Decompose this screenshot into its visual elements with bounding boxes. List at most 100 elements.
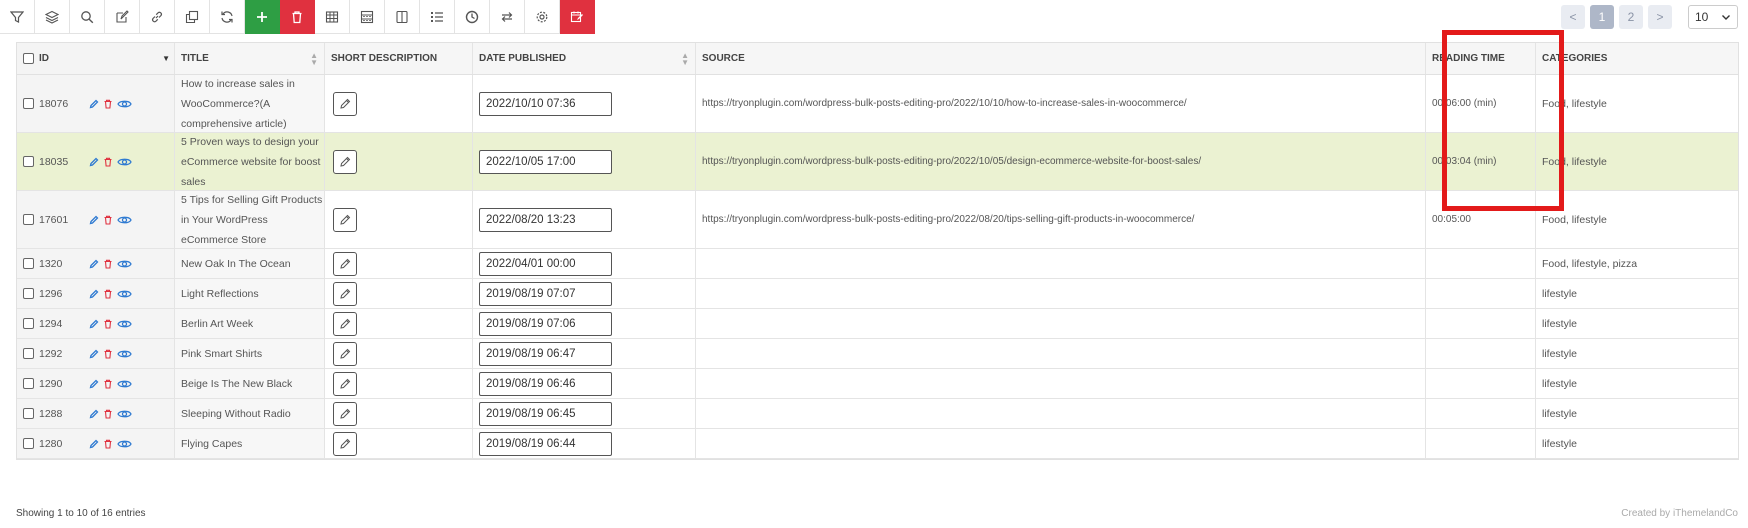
edit-short-description-button[interactable] (333, 251, 357, 276)
header-title[interactable]: TITLE ▲ ▼ (175, 43, 325, 74)
pencil-icon[interactable] (89, 379, 99, 389)
categories-cell[interactable]: Food, lifestyle (1536, 191, 1718, 248)
row-checkbox[interactable] (23, 258, 34, 269)
categories-cell[interactable]: lifestyle (1536, 339, 1718, 368)
header-id[interactable]: ID ▼ (17, 43, 175, 74)
date-published-input[interactable]: 2019/08/19 06:45 (479, 401, 612, 426)
title-cell[interactable]: 5 Proven ways to design your eCommerce w… (175, 133, 325, 190)
swap-button[interactable] (490, 0, 525, 34)
table-button[interactable] (315, 0, 350, 34)
header-reading-time[interactable]: READING TIME (1426, 43, 1536, 74)
page-2-button[interactable]: 2 (1619, 5, 1643, 29)
table-row[interactable]: 1292 Pink Smart Shirts 2019/08/19 06:47 lif… (17, 339, 1738, 369)
edit-short-description-button[interactable] (333, 311, 357, 336)
search-button[interactable] (70, 0, 105, 34)
row-checkbox[interactable] (23, 408, 34, 419)
reading-time-cell[interactable] (1426, 309, 1536, 338)
title-cell[interactable]: Sleeping Without Radio (175, 399, 325, 428)
eye-icon[interactable] (117, 438, 132, 450)
eye-icon[interactable] (117, 378, 132, 390)
eye-icon[interactable] (117, 98, 132, 110)
edit-short-description-button[interactable] (333, 149, 357, 174)
date-published-input[interactable]: 2019/08/19 07:07 (479, 281, 612, 306)
trash-icon[interactable] (103, 439, 113, 449)
pencil-icon[interactable] (89, 289, 99, 299)
per-page-select[interactable]: 10 (1688, 5, 1738, 29)
eye-icon[interactable] (117, 348, 132, 360)
pencil-icon[interactable] (89, 319, 99, 329)
pencil-icon[interactable] (89, 157, 99, 167)
edit-short-description-button[interactable] (333, 207, 357, 232)
table-row[interactable]: 1288 Sleeping Without Radio 2019/08/19 06:… (17, 399, 1738, 429)
eye-icon[interactable] (117, 288, 132, 300)
categories-cell[interactable]: Food, lifestyle (1536, 75, 1718, 132)
link-button[interactable] (140, 0, 175, 34)
table-row[interactable]: 1290 Beige Is The New Black 2019/08/19 06:… (17, 369, 1738, 399)
trash-icon[interactable] (103, 319, 113, 329)
history-button[interactable] (455, 0, 490, 34)
grid-button[interactable] (350, 0, 385, 34)
title-cell[interactable]: Beige Is The New Black (175, 369, 325, 398)
table-row[interactable]: 1296 Light Reflections 2019/08/19 07:07 lif… (17, 279, 1738, 309)
row-checkbox[interactable] (23, 438, 34, 449)
title-cell[interactable]: Berlin Art Week (175, 309, 325, 338)
header-categories[interactable]: CATEGORIES (1536, 43, 1718, 74)
columns-button[interactable] (385, 0, 420, 34)
source-cell[interactable] (696, 429, 1426, 458)
categories-cell[interactable]: lifestyle (1536, 429, 1718, 458)
row-checkbox[interactable] (23, 214, 34, 225)
trash-icon[interactable] (103, 157, 113, 167)
duplicate-button[interactable] (175, 0, 210, 34)
categories-cell[interactable]: lifestyle (1536, 309, 1718, 338)
title-cell[interactable]: Flying Capes (175, 429, 325, 458)
eye-icon[interactable] (117, 258, 132, 270)
date-published-input[interactable]: 2019/08/19 07:06 (479, 311, 612, 336)
source-cell[interactable]: https://tryonplugin.com/wordpress-bulk-p… (696, 133, 1426, 190)
sort-desc-icon[interactable]: ▼ (162, 54, 170, 63)
categories-cell[interactable]: Food, lifestyle (1536, 133, 1718, 190)
filter-button[interactable] (0, 0, 35, 34)
reading-time-cell[interactable]: 00:06:00 (min) (1426, 75, 1536, 132)
pencil-icon[interactable] (89, 439, 99, 449)
eye-icon[interactable] (117, 408, 132, 420)
pencil-icon[interactable] (89, 259, 99, 269)
list-button[interactable] (420, 0, 455, 34)
pencil-icon[interactable] (89, 409, 99, 419)
page-1-button[interactable]: 1 (1590, 5, 1614, 29)
edit-short-description-button[interactable] (333, 281, 357, 306)
pencil-icon[interactable] (89, 99, 99, 109)
row-checkbox[interactable] (23, 288, 34, 299)
date-published-input[interactable]: 2022/08/20 13:23 (479, 207, 612, 232)
edit-short-description-button[interactable] (333, 91, 357, 116)
source-cell[interactable] (696, 249, 1426, 278)
header-short-description[interactable]: SHORT DESCRIPTION (325, 43, 473, 74)
row-checkbox[interactable] (23, 98, 34, 109)
categories-cell[interactable]: Food, lifestyle, pizza (1536, 249, 1718, 278)
eye-icon[interactable] (117, 214, 132, 226)
row-checkbox[interactable] (23, 348, 34, 359)
table-row[interactable]: 1320 New Oak In The Ocean 2022/04/01 00:00… (17, 249, 1738, 279)
source-cell[interactable] (696, 339, 1426, 368)
edit-short-description-button[interactable] (333, 431, 357, 456)
title-cell[interactable]: New Oak In The Ocean (175, 249, 325, 278)
edit-short-description-button[interactable] (333, 371, 357, 396)
bulk-edit-button[interactable] (560, 0, 595, 34)
date-published-input[interactable]: 2019/08/19 06:44 (479, 431, 612, 456)
table-row[interactable]: 18076 How to increase sales in WooCommerc… (17, 75, 1738, 133)
source-cell[interactable]: https://tryonplugin.com/wordpress-bulk-p… (696, 191, 1426, 248)
trash-icon[interactable] (103, 409, 113, 419)
source-cell[interactable]: https://tryonplugin.com/wordpress-bulk-p… (696, 75, 1426, 132)
table-row[interactable]: 17601 5 Tips for Selling Gift Products in… (17, 191, 1738, 249)
prev-page-button[interactable]: < (1561, 5, 1585, 29)
reading-time-cell[interactable] (1426, 429, 1536, 458)
pencil-icon[interactable] (89, 215, 99, 225)
table-row[interactable]: 1294 Berlin Art Week 2019/08/19 07:06 lifes… (17, 309, 1738, 339)
reading-time-cell[interactable] (1426, 339, 1536, 368)
trash-icon[interactable] (103, 215, 113, 225)
edit-short-description-button[interactable] (333, 341, 357, 366)
settings-button[interactable] (525, 0, 560, 34)
reading-time-cell[interactable]: 00:03:04 (min) (1426, 133, 1536, 190)
next-page-button[interactable]: > (1648, 5, 1672, 29)
trash-icon[interactable] (103, 289, 113, 299)
reading-time-cell[interactable] (1426, 369, 1536, 398)
